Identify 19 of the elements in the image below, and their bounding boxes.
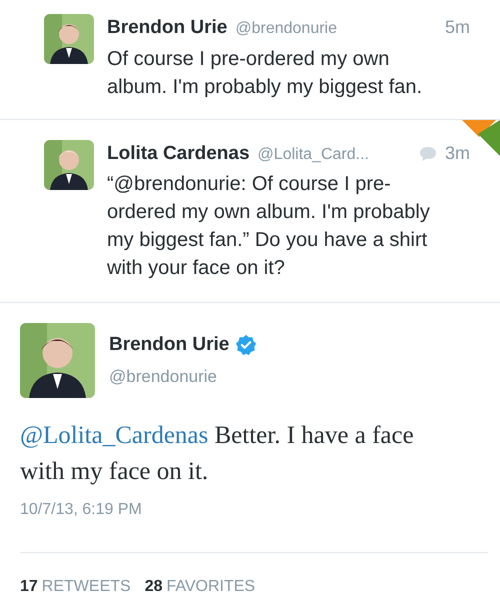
user-handle: @brendonurie xyxy=(109,366,218,388)
mention-link[interactable]: @Lolita_Cardenas xyxy=(20,422,208,449)
avatar xyxy=(44,14,94,64)
stat-count: 17 xyxy=(20,577,38,597)
tweet-time: 5m xyxy=(444,16,470,39)
avatar xyxy=(44,140,94,190)
tweet-text: @Lolita_Cardenas Better. I have a face with my face on it. xyxy=(20,421,415,487)
user-handle: @brendonurie xyxy=(235,19,337,39)
stat-label[interactable]: RETWEETS xyxy=(42,575,131,599)
stat-count: 28 xyxy=(144,577,162,597)
user-name: Lolita Cardenas xyxy=(107,142,250,166)
user-name: Brendon Urie xyxy=(107,16,228,40)
tweet-text: “@brendonurie: Of course I pre-ordered my own album. I'm probably my biggest fan.” Do you have a shirt with your face on it? xyxy=(107,172,431,281)
user-name: Brendon Urie xyxy=(109,333,230,357)
stat-label[interactable]: FAVORITES xyxy=(166,575,256,599)
tweet-text: Of course I pre-ordered my own album. I'm probably my biggest fan. xyxy=(107,46,424,100)
user-handle: @Lolita_Card... xyxy=(258,144,369,164)
tweet-timestamp: 10/7/13, 6:19 PM xyxy=(20,500,143,520)
tweet-time: 3m xyxy=(444,142,470,164)
